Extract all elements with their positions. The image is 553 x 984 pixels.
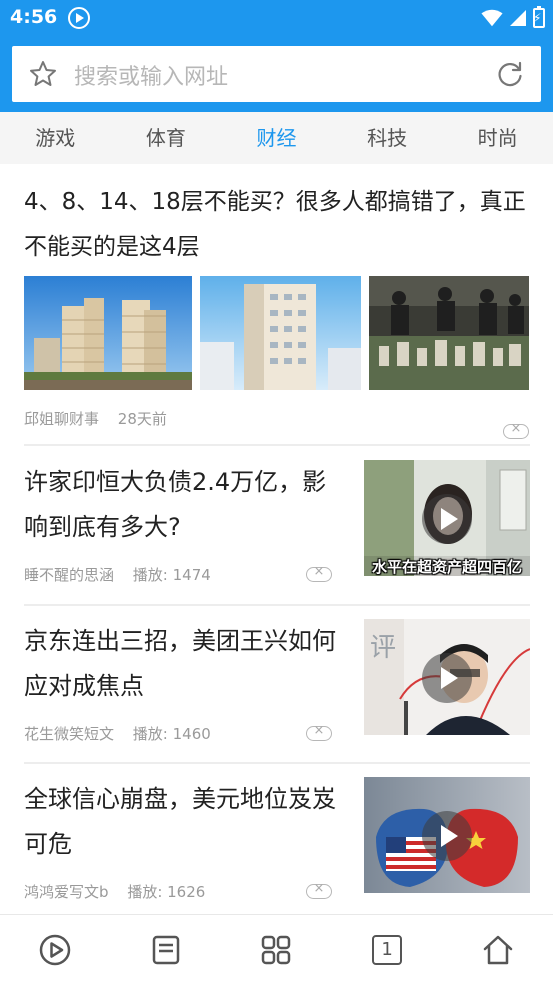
nav-tabs-button[interactable]: 1 [332,915,443,984]
featured-image-1[interactable] [24,276,192,390]
search-bar[interactable]: 搜索或输入网址 [12,46,541,102]
article-plays: 播放: 1460 [132,725,211,743]
nav-news-button[interactable] [111,915,222,984]
video-play-icon[interactable] [38,933,72,967]
news-icon[interactable] [149,933,183,967]
article-item[interactable]: 京东连出三招，美团王兴如何应对成焦点 花生微笑短文 播放: 1460 评 [24,619,530,759]
battery-charging-icon [533,6,545,28]
tab-sports[interactable]: 体育 [111,112,222,164]
signal-icon [510,10,526,26]
featured-time: 28天前 [117,410,167,428]
video-thumbnail[interactable]: 水平在超资产超四百亿 [364,460,530,576]
play-icon[interactable] [422,494,472,544]
article-source: 鸿鸿爱写文b [24,883,109,901]
article-title[interactable]: 许家印恒大负债2.4万亿，影响到底有多大? [24,460,344,550]
article-title[interactable]: 京东连出三招，美团王兴如何应对成焦点 [24,619,344,709]
article-meta: 花生微笑短文 播放: 1460 [24,723,211,744]
status-time: 4:56 [10,6,58,28]
article-item[interactable]: 全球信心崩盘，美元地位岌岌可危 鸿鸿爱写文b 播放: 1626 [24,777,530,917]
refresh-icon[interactable] [495,59,525,89]
tab-finance[interactable]: 财经 [221,112,332,164]
video-caption: 水平在超资产超四百亿 [372,558,523,576]
featured-title[interactable]: 4、8、14、18层不能买？很多人都搞错了，真正不能买的是这4层 [24,180,529,270]
featured-article[interactable]: 4、8、14、18层不能买？很多人都搞错了，真正不能买的是这4层 邱姐聊财事 2… [24,180,529,439]
status-icons [481,6,545,30]
play-icon[interactable] [422,811,472,861]
tab-fashion[interactable]: 时尚 [442,112,553,164]
dismiss-button[interactable] [306,723,332,741]
featured-source: 邱姐聊财事 [24,410,100,428]
article-title[interactable]: 全球信心崩盘，美元地位岌岌可危 [24,777,344,867]
category-tabs: 游戏 体育 财经 科技 时尚 [0,112,553,164]
wifi-icon [481,9,503,27]
star-icon[interactable] [28,59,58,89]
bottom-nav: 1 [0,914,553,984]
home-icon[interactable] [481,933,515,967]
featured-images[interactable] [24,276,529,390]
play-icon[interactable] [422,653,472,703]
apps-grid-icon[interactable] [259,933,293,967]
dismiss-button[interactable] [503,421,529,439]
article-source: 睡不醒的思涵 [24,566,115,584]
article-plays: 播放: 1626 [127,883,206,901]
video-caption: 评 [370,633,397,663]
video-thumbnail[interactable] [364,777,530,893]
nav-home-button[interactable] [442,915,553,984]
featured-image-3[interactable] [369,276,529,390]
video-thumbnail[interactable]: 评 [364,619,530,735]
nav-video-button[interactable] [0,915,111,984]
tab-games[interactable]: 游戏 [0,112,111,164]
dismiss-button[interactable] [306,881,332,899]
article-plays: 播放: 1474 [132,566,211,584]
feed-divider [24,762,530,764]
article-meta: 鸿鸿爱写文b 播放: 1626 [24,881,205,902]
article-meta: 睡不醒的思涵 播放: 1474 [24,564,211,585]
media-play-icon [68,7,90,29]
feed-divider [24,444,530,446]
nav-apps-button[interactable] [221,915,332,984]
top-header: 4:56 搜索或输入网址 [0,0,553,112]
feed-divider [24,604,530,606]
tab-tech[interactable]: 科技 [332,112,443,164]
article-item[interactable]: 许家印恒大负债2.4万亿，影响到底有多大? 睡不醒的思涵 播放: 1474 水平… [24,460,530,600]
featured-meta: 邱姐聊财事 28天前 [24,408,167,429]
article-source: 花生微笑短文 [24,725,115,743]
search-input[interactable]: 搜索或输入网址 [74,59,228,91]
dismiss-button[interactable] [306,564,332,582]
tabs-counter-icon[interactable]: 1 [372,934,403,965]
featured-image-2[interactable] [200,276,361,390]
